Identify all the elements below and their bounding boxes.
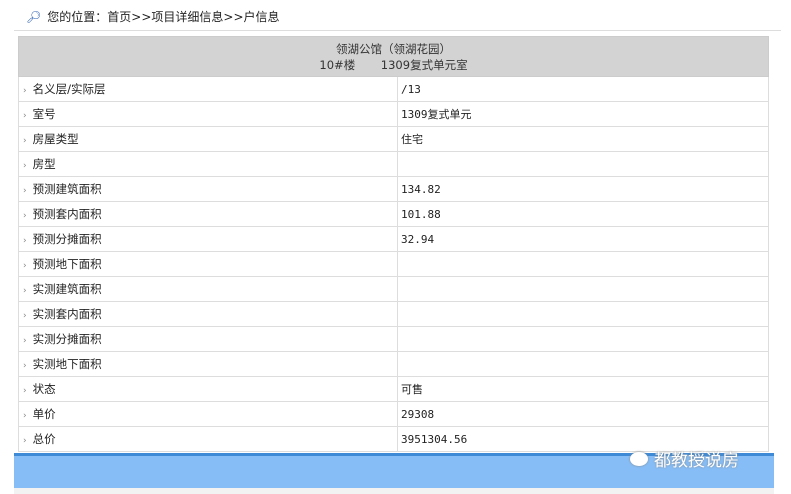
table-row: › 状态 可售 — [18, 376, 769, 402]
chevron-right-icon: › — [23, 211, 27, 221]
row-value — [397, 326, 769, 352]
breadcrumb: 🔎︎ 您的位置： 首页 >> 项目详细信息 >> 户信息 — [26, 8, 280, 25]
unit-info-table: 领湖公馆（领湖花园） 10#楼 1309复式单元室 › 名义层/实际层/13 › 室号… — [18, 36, 769, 452]
row-value: 住宅 — [397, 126, 769, 152]
project-name: 领湖公馆（领湖花园） — [336, 41, 451, 56]
row-key: › 实测地下面积 — [18, 351, 398, 377]
row-key-label: 实测套内面积 — [32, 307, 102, 321]
row-key: › 实测分摊面积 — [18, 326, 398, 352]
chevron-right-icon: › — [23, 386, 27, 396]
chevron-right-icon: › — [23, 86, 27, 96]
table-row: › 实测地下面积 — [18, 351, 769, 377]
row-value — [397, 301, 769, 327]
row-key-label: 房屋类型 — [32, 132, 79, 146]
table-row: › 实测建筑面积 — [18, 276, 769, 302]
table-row: › 预测地下面积 — [18, 251, 769, 277]
row-value: /13 — [397, 76, 769, 102]
table-row: › 房型 — [18, 151, 769, 177]
table-row: › 名义层/实际层/13 — [18, 76, 769, 102]
row-key: › 房屋类型 — [18, 126, 398, 152]
table-row: › 单价 29308 — [18, 401, 769, 427]
row-value: 29308 — [397, 401, 769, 427]
row-value — [397, 151, 769, 177]
watermark-text: 都教授说房 — [654, 451, 739, 471]
table-row: › 预测套内面积 101.88 — [18, 201, 769, 227]
row-key-label: 房型 — [32, 157, 56, 171]
chevron-right-icon: › — [23, 186, 27, 196]
row-key: › 实测套内面积 — [18, 301, 398, 327]
row-key: › 单价 — [18, 401, 398, 427]
row-key: › 预测套内面积 — [18, 201, 398, 227]
table-row: › 预测分摊面积 32.94 — [18, 226, 769, 252]
row-key: › 实测建筑面积 — [18, 276, 398, 302]
row-key: › 房型 — [18, 151, 398, 177]
chevron-right-icon: › — [23, 236, 27, 246]
row-key: › 预测分摊面积 — [18, 226, 398, 252]
breadcrumb-sep: >> — [131, 9, 152, 24]
unit-name: 1309复式单元室 — [380, 57, 468, 72]
building-name: 10#楼 — [319, 57, 356, 72]
breadcrumb-project[interactable]: 项目详细信息 — [151, 8, 223, 25]
chevron-right-icon: › — [23, 111, 27, 121]
row-key-label: 总价 — [32, 432, 56, 446]
table-row: › 实测分摊面积 — [18, 326, 769, 352]
row-key: › 预测建筑面积 — [18, 176, 398, 202]
row-value — [397, 276, 769, 302]
row-key: › 预测地下面积 — [18, 251, 398, 277]
breadcrumb-sep: >> — [223, 9, 244, 24]
chevron-right-icon: › — [23, 161, 27, 171]
row-value: 134.82 — [397, 176, 769, 202]
chevron-right-icon: › — [23, 411, 27, 421]
footer-strip — [14, 488, 774, 494]
chevron-right-icon: › — [23, 286, 27, 296]
row-key-label: 实测地下面积 — [32, 357, 102, 371]
row-key-label: 预测分摊面积 — [32, 232, 102, 246]
chevron-right-icon: › — [23, 336, 27, 346]
row-key-label: 单价 — [32, 407, 56, 421]
row-value: 101.88 — [397, 201, 769, 227]
table-row: › 预测建筑面积 134.82 — [18, 176, 769, 202]
watermark: 都教授说房 — [630, 446, 739, 471]
row-key-label: 实测建筑面积 — [32, 282, 102, 296]
row-value: 32.94 — [397, 226, 769, 252]
row-key: › 总价 — [18, 426, 398, 452]
table-row: › 实测套内面积 — [18, 301, 769, 327]
key-icon: 🔎︎ — [26, 9, 42, 24]
breadcrumb-home[interactable]: 首页 — [107, 8, 131, 25]
divider — [14, 30, 781, 31]
row-key-label: 预测建筑面积 — [32, 182, 102, 196]
row-key-label: 名义层/实际层 — [32, 82, 106, 96]
chevron-right-icon: › — [23, 436, 27, 446]
row-key-label: 实测分摊面积 — [32, 332, 102, 346]
row-value — [397, 351, 769, 377]
row-key-label: 预测套内面积 — [32, 207, 102, 221]
row-key-label: 状态 — [32, 382, 56, 396]
chevron-right-icon: › — [23, 261, 27, 271]
row-value: 1309复式单元 — [397, 101, 769, 127]
row-value — [397, 251, 769, 277]
breadcrumb-current: 户信息 — [243, 10, 280, 24]
breadcrumb-label: 您的位置： — [47, 10, 108, 24]
table-header: 领湖公馆（领湖花园） 10#楼 1309复式单元室 — [18, 36, 769, 77]
row-key: › 名义层/实际层 — [18, 76, 398, 102]
row-key-label: 预测地下面积 — [32, 257, 102, 271]
chevron-right-icon: › — [23, 361, 27, 371]
row-value: 可售 — [397, 376, 769, 402]
chevron-right-icon: › — [23, 311, 27, 321]
table-row: › 室号 1309复式单元 — [18, 101, 769, 127]
row-key: › 状态 — [18, 376, 398, 402]
wechat-icon — [630, 451, 648, 466]
table-row: › 房屋类型 住宅 — [18, 126, 769, 152]
row-key-label: 室号 — [32, 107, 56, 121]
chevron-right-icon: › — [23, 136, 27, 146]
row-key: › 室号 — [18, 101, 398, 127]
